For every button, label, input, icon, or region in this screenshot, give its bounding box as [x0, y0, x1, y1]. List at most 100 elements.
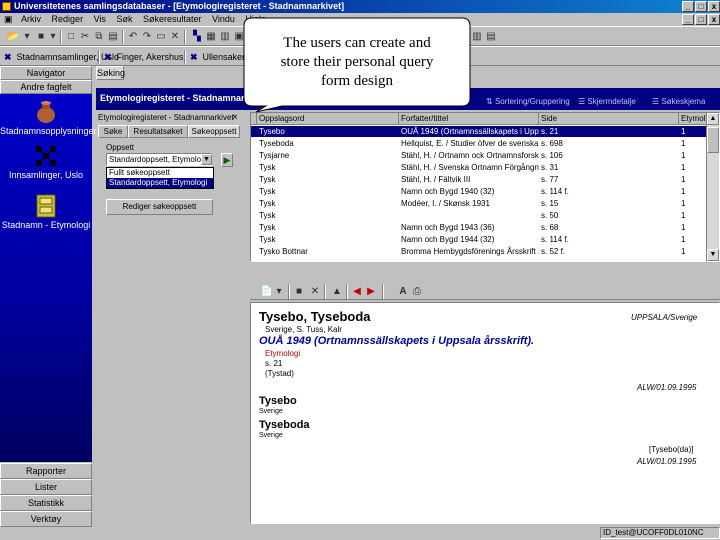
results-scrollbar[interactable]: ▲ ▼ [706, 112, 720, 262]
cut-icon[interactable]: ✂ [78, 30, 92, 43]
dropdown-option-selected[interactable]: Standardoppsett, Etymologi [107, 178, 213, 188]
print-preview-icon[interactable]: ▭ [154, 30, 168, 43]
close-button[interactable]: x [708, 1, 720, 12]
chevron-down-icon[interactable]: ▼ [201, 154, 212, 165]
column-header-source[interactable]: Forfatter/tittel [399, 113, 539, 125]
table-row[interactable]: Tysk Stähl, H. / Svenska Ortnamn Förgångn… [251, 162, 707, 173]
grid-icon[interactable]: ▦ [204, 30, 218, 43]
page-reference: s. 21 [265, 359, 283, 368]
edit-query-button[interactable]: Rediger søkeoppsett [106, 199, 213, 215]
tab-resultatsoket[interactable]: Resultatsøket [128, 125, 188, 138]
minimize-button[interactable]: _ [682, 1, 694, 12]
cell-etymol: 1 [681, 151, 686, 160]
table-row[interactable]: Tysk Modéer, I. / Skønsk 1931 s. 15 1 [251, 198, 707, 209]
nav-item-etymologi[interactable]: Stadnamn - Etymologi [0, 194, 92, 230]
nav-rapporter[interactable]: Rapporter [0, 463, 92, 479]
maximize-button[interactable]: □ [695, 1, 707, 12]
cell-etymol: 1 [681, 199, 686, 208]
doc-close-button[interactable]: x [708, 14, 720, 25]
app-icon [2, 2, 11, 11]
nav-lister[interactable]: Lister [0, 479, 92, 495]
font-icon[interactable]: A [396, 285, 410, 298]
dropdown-arrow-icon[interactable]: ▾ [20, 30, 34, 43]
cell-word: Tysk [259, 187, 276, 196]
etymology-label: Etymologi [265, 349, 301, 358]
column-header-word[interactable]: Oppslagsord [257, 113, 399, 125]
shortcut-stadnamnsamlinger[interactable]: ✖ Stadnamnsamlinger, Uslo [4, 50, 119, 64]
table-row[interactable]: Tysko Bottnar Bromma Hembygdsförenings År… [251, 246, 707, 257]
delete-icon[interactable]: ✕ [168, 30, 182, 43]
table-row[interactable]: Tysk s. 50 1 [251, 210, 707, 221]
cell-source: Namn och Bygd 1940 (32) [401, 187, 495, 196]
menu-sokeresultater[interactable]: Søkeresultater [139, 13, 206, 26]
menu-doc-icon[interactable]: ▣ [0, 13, 15, 26]
table-row[interactable]: Tysebo OUÅ 1949 (Ortnamnssällskapets i Up… [251, 126, 707, 137]
cell-source: Namn och Bygd 1943 (36) [401, 223, 495, 232]
dropdown-arrow-icon[interactable]: ▾ [46, 30, 60, 43]
scroll-up-icon[interactable]: ▲ [707, 113, 719, 125]
table-row[interactable]: Tysk Namn och Bygd 1940 (32) s. 114 f. 1 [251, 186, 707, 197]
table-row[interactable]: Tysjarne Stähl, H. / Ortnamn ock Ortnamns… [251, 150, 707, 161]
nav-statistikk[interactable]: Statistikk [0, 495, 92, 511]
close-icon[interactable]: × [232, 112, 238, 124]
cabinet-icon [36, 194, 56, 218]
nav-item-innsamlinger[interactable]: Innsamlinger, Uslo [0, 144, 92, 180]
tab-soke[interactable]: Søke [98, 125, 128, 138]
cell-etymol: 1 [681, 247, 686, 256]
query-layout-select[interactable]: Standardoppsett, Etymologi [106, 153, 212, 166]
shortcut-ullensaker[interactable]: ✖ Ullensaker [190, 50, 245, 64]
table-row[interactable]: Tysk Namn och Bygd 1944 (32) s. 114 f. 1 [251, 234, 707, 245]
menu-sok[interactable]: Søk [112, 13, 136, 26]
column-header-page[interactable]: Side [539, 113, 679, 125]
nav-item-stadnamnsopplysninger[interactable]: Stadnamnsopplysninger [0, 100, 97, 136]
nav-verktoy[interactable]: Verktøy [0, 511, 92, 527]
next-arrow-icon[interactable]: ▶ [364, 285, 378, 298]
stop-icon[interactable]: ■ [292, 285, 306, 298]
navigator-list: Stadnamnsopplysninger Innsamlinger, Uslo… [0, 94, 97, 462]
menu-arkiv[interactable]: Arkiv [17, 13, 45, 26]
cell-page: s. 52 f. [541, 247, 566, 256]
print-icon[interactable]: ⎙ [410, 285, 424, 298]
tab-soking[interactable]: Søking [96, 66, 125, 80]
copy-icon[interactable]: ⧉ [92, 30, 106, 43]
new-icon[interactable]: □ [64, 30, 78, 43]
column-header-etymol[interactable]: Etymol [679, 113, 707, 125]
screen-detail-button[interactable]: ☰ Skjermdetalje [578, 92, 636, 112]
scroll-down-icon[interactable]: ▼ [707, 249, 719, 261]
columns-icon[interactable]: ▥ [218, 30, 232, 43]
redo-icon[interactable]: ↷ [140, 30, 154, 43]
cell-page: s. 77 [541, 175, 559, 184]
navigator-button[interactable]: Navigator [0, 66, 92, 80]
area-header[interactable]: Andre fagfelt [0, 80, 92, 94]
tab-sokeoppsett[interactable]: Søkeoppsett [188, 125, 240, 138]
pin-icon[interactable]: ▲ [330, 285, 344, 298]
menu-rediger[interactable]: Rediger [48, 13, 88, 26]
tile-horizontal-icon[interactable]: ▤ [484, 30, 498, 43]
previous-arrow-icon[interactable]: ◀ [350, 285, 364, 298]
table-row[interactable]: Tysk Stähl, H. / Fältvik III s. 77 1 [251, 174, 707, 185]
open-folder-icon[interactable]: 📂 [6, 30, 20, 43]
shortcut-icon: ✖ [4, 52, 12, 62]
cell-source: Stähl, H. / Svenska Ortnamn Förgångna Ti… [401, 163, 539, 172]
tile-vertical-icon[interactable]: ▥ [470, 30, 484, 43]
dropdown-option[interactable]: Fullt søkeoppsett [107, 168, 213, 178]
sort-group-button[interactable]: ⇅ Sortering/Gruppering [486, 92, 570, 112]
shortcut-finger[interactable]: ✖ Finger, Akershus [104, 50, 184, 64]
dropdown-arrow-icon[interactable]: ▾ [272, 285, 286, 298]
cell-etymol: 1 [681, 163, 686, 172]
cell-word: Tysk [259, 163, 276, 172]
table-row[interactable]: Tysk Namn och Bygd 1943 (36) s. 68 1 [251, 222, 707, 233]
delete-icon[interactable]: ✕ [308, 285, 322, 298]
collection-label: UPPSALA/Sverige [631, 313, 698, 322]
doc-minimize-button[interactable]: _ [682, 14, 694, 25]
undo-icon[interactable]: ↶ [126, 30, 140, 43]
doc-restore-button[interactable]: □ [695, 14, 707, 25]
run-query-icon[interactable]: ▶ [221, 153, 233, 167]
scroll-thumb[interactable] [707, 127, 719, 153]
window-tile-icon[interactable]: ▚ [190, 30, 204, 43]
table-row[interactable]: Tyseboda Hellquist, E. / Studier öfver de… [251, 138, 707, 149]
paste-icon[interactable]: ▤ [106, 30, 120, 43]
menu-vindu[interactable]: Vindu [208, 13, 239, 26]
search-form-button[interactable]: ☰ Søkeskjema [652, 92, 705, 112]
menu-vis[interactable]: Vis [90, 13, 110, 26]
